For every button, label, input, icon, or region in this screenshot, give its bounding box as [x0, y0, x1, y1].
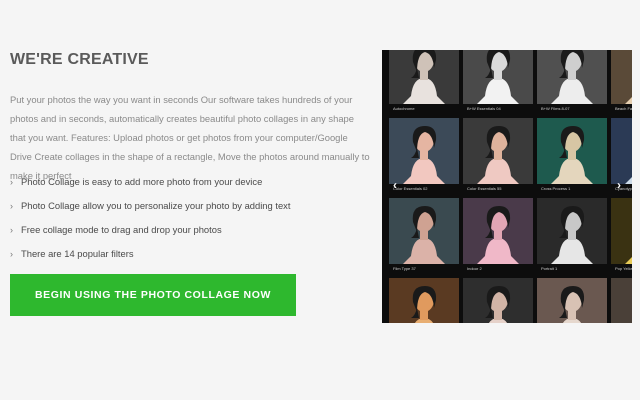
chevron-right-icon[interactable]: › — [612, 178, 626, 192]
feature-text: There are 14 popular filters — [21, 248, 134, 259]
filter-preview-tile[interactable] — [611, 278, 632, 323]
portrait-photo — [463, 198, 533, 264]
filter-preview-tile[interactable]: B+W Essentials 04 — [463, 50, 533, 114]
filter-preview-tile[interactable]: Autochrome — [389, 50, 459, 114]
portrait-photo — [463, 118, 533, 184]
filter-caption: Autochrome — [393, 106, 415, 111]
filter-preview-tile[interactable]: Pop Yellow — [611, 198, 632, 274]
portrait-photo — [463, 50, 533, 104]
filter-preview-tile[interactable]: Cross Process 1 — [537, 118, 607, 194]
begin-photo-collage-button[interactable]: BEGIN USING THE PHOTO COLLAGE NOW — [10, 274, 296, 316]
portrait-photo — [611, 278, 632, 323]
filter-caption: Indoor 2 — [467, 266, 482, 271]
filter-preview-tile[interactable]: Film Type 37 — [389, 198, 459, 274]
filter-preview-tile[interactable] — [537, 278, 607, 323]
feature-text: Photo Collage allow you to personalize y… — [21, 200, 291, 211]
portrait-photo — [611, 198, 632, 264]
filter-preview-tile[interactable]: Portrait 1 — [537, 198, 607, 274]
portrait-photo — [537, 198, 607, 264]
filter-caption: Portrait 1 — [541, 266, 558, 271]
chevron-right-icon: › — [10, 249, 13, 259]
feature-item: › Photo Collage allow you to personalize … — [10, 194, 372, 218]
filter-preview-tile[interactable]: Indoor 2 — [463, 198, 533, 274]
filter-caption: Cross Process 1 — [541, 186, 571, 191]
section-heading: WE'RE CREATIVE — [10, 51, 149, 68]
chevron-left-icon[interactable]: ‹ — [388, 178, 402, 192]
feature-item: › There are 14 popular filters — [10, 242, 372, 266]
portrait-photo — [389, 198, 459, 264]
filter-preview-tile[interactable]: B+W Films 8-07 — [537, 50, 607, 114]
filter-preview-tile[interactable] — [463, 278, 533, 323]
portrait-photo — [537, 278, 607, 323]
filter-preview-tile[interactable] — [389, 278, 459, 323]
filter-caption: Color Essentials 55 — [467, 186, 502, 191]
feature-item: › Photo Collage is easy to add more photo… — [10, 170, 372, 194]
feature-list: › Photo Collage is easy to add more photo… — [10, 170, 372, 266]
portrait-photo — [611, 50, 632, 104]
filter-gallery: Pop Yellow Portrait 1 Indoor 2 Film Type 37… — [382, 50, 632, 323]
feature-text: Free collage mode to drag and drop your … — [21, 224, 222, 235]
portrait-photo — [389, 50, 459, 104]
portrait-photo — [537, 118, 607, 184]
feature-item: › Free collage mode to drag and drop your… — [10, 218, 372, 242]
chevron-right-icon: › — [10, 201, 13, 211]
portrait-photo — [389, 118, 459, 184]
filter-caption: Film Type 37 — [393, 266, 416, 271]
chevron-right-icon: › — [10, 225, 13, 235]
filter-caption: Pop Yellow — [615, 266, 632, 271]
portrait-photo — [611, 118, 632, 184]
filter-preview-tile[interactable]: Beach Faded — [611, 50, 632, 114]
portrait-photo — [537, 50, 607, 104]
chevron-right-icon: › — [10, 177, 13, 187]
portrait-photo — [463, 278, 533, 323]
portrait-photo — [389, 278, 459, 323]
filter-caption: B+W Films 8-07 — [541, 106, 570, 111]
filter-preview-tile[interactable]: Color Essentials 55 — [463, 118, 533, 194]
feature-text: Photo Collage is easy to add more photo … — [21, 176, 263, 187]
filter-caption: B+W Essentials 04 — [467, 106, 501, 111]
filter-caption: Beach Faded — [615, 106, 632, 111]
